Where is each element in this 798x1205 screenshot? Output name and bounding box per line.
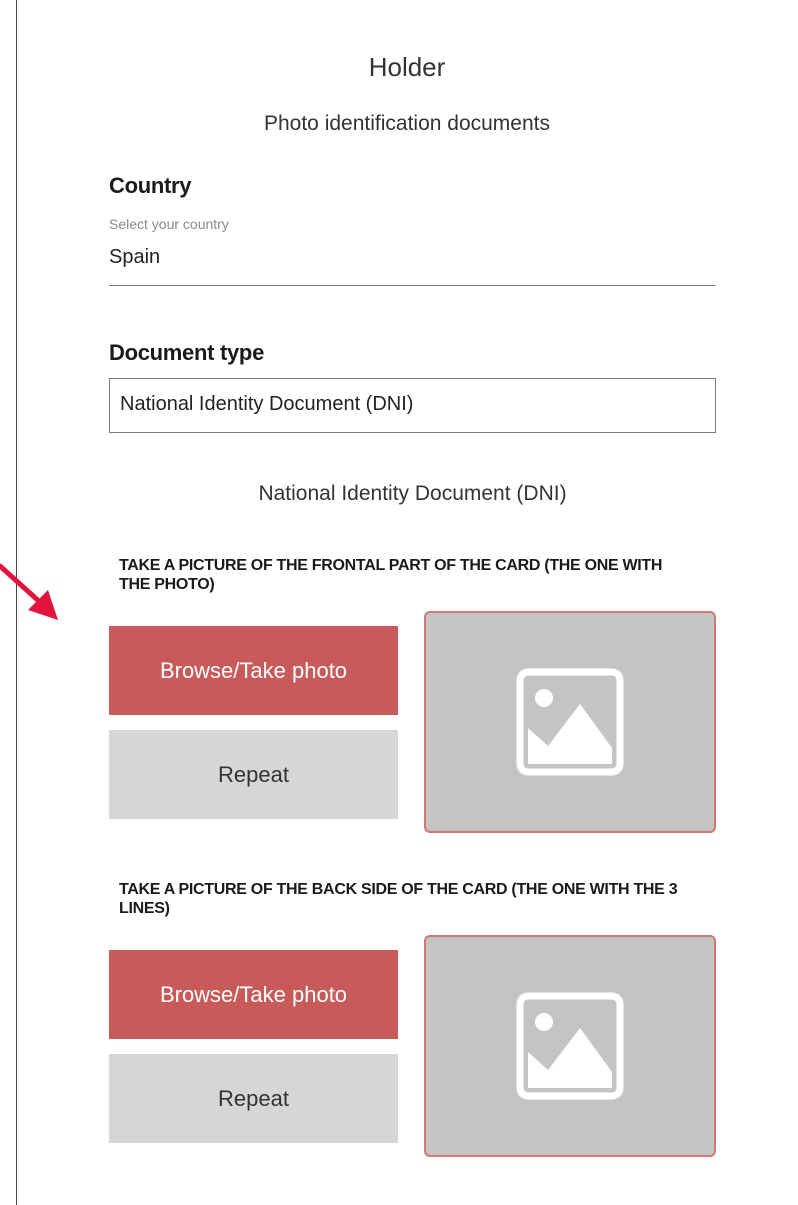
back-repeat-button[interactable]: Repeat <box>109 1054 398 1143</box>
back-photo-preview[interactable] <box>424 935 716 1157</box>
image-placeholder-icon <box>516 668 624 776</box>
front-browse-button[interactable]: Browse/Take photo <box>109 626 398 715</box>
country-field[interactable]: Spain <box>109 246 716 286</box>
front-instruction: TAKE A PICTURE OF THE FRONTAL PART OF TH… <box>119 557 663 593</box>
red-arrow-icon <box>0 563 58 620</box>
country-hint: Select your country <box>109 216 229 232</box>
back-instruction: TAKE A PICTURE OF THE BACK SIDE OF THE C… <box>119 881 678 917</box>
page-subtitle: Photo identification documents <box>263 112 550 135</box>
selected-document-name: National Identity Document (DNI) <box>258 482 567 505</box>
front-repeat-button[interactable]: Repeat <box>109 730 398 819</box>
document-type-select[interactable]: National Identity Document (DNI) <box>109 378 716 433</box>
country-label: Country <box>109 173 192 198</box>
back-browse-button[interactable]: Browse/Take photo <box>109 950 398 1039</box>
page: Holder Photo identification documents Co… <box>0 0 798 1205</box>
image-placeholder-icon <box>516 992 624 1100</box>
page-title: Holder <box>368 52 446 82</box>
front-photo-preview[interactable] <box>424 611 716 833</box>
document-type-label: Document type <box>109 340 265 365</box>
